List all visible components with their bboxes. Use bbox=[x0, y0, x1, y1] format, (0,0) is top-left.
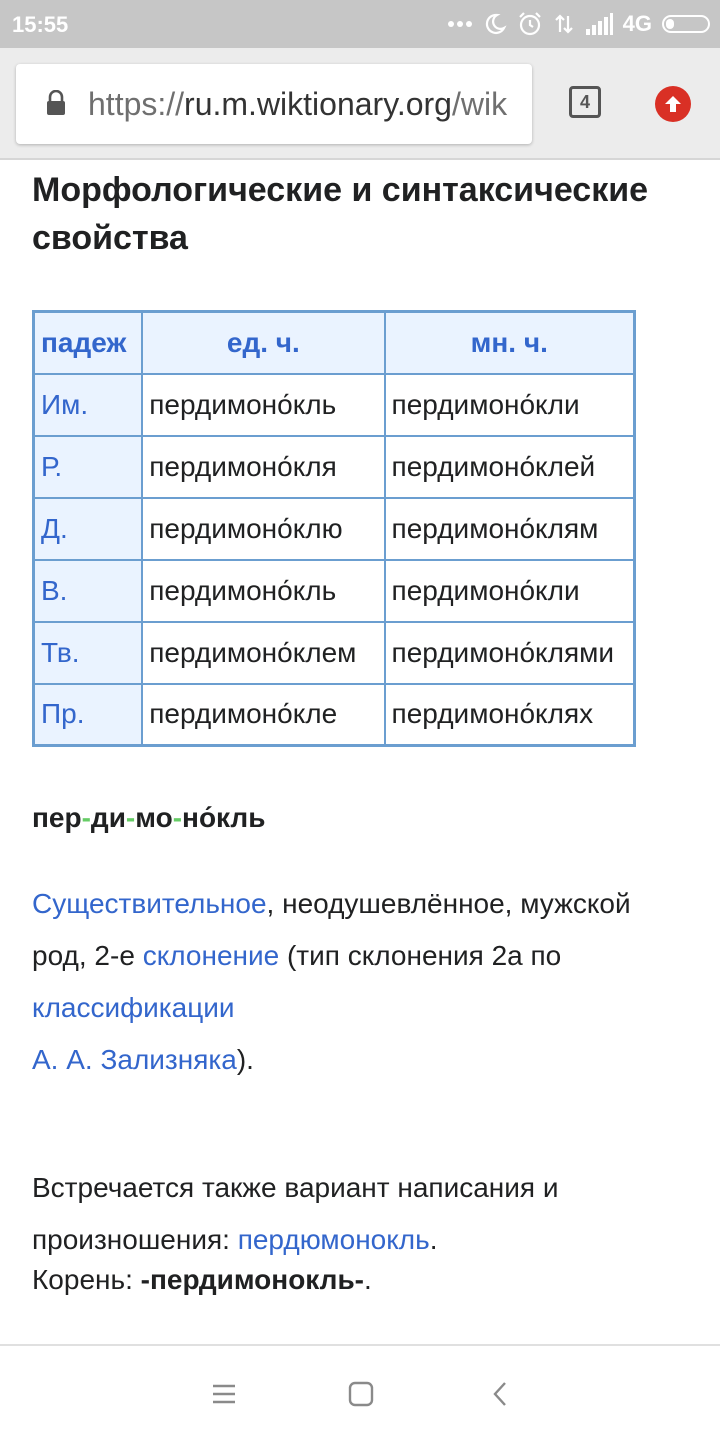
syllable-separator: - bbox=[125, 802, 136, 833]
table-row: В. пердимоно́кль пердимоно́кли bbox=[32, 558, 636, 623]
singular-form: пердимоно́кля bbox=[141, 434, 386, 499]
system-nav-bar bbox=[0, 1344, 720, 1440]
header-case: падеж bbox=[32, 310, 144, 375]
moon-icon bbox=[483, 12, 507, 36]
case-label: В. bbox=[32, 558, 144, 623]
url-path: /wik bbox=[451, 86, 508, 122]
plural-form: пердимоно́кли bbox=[383, 558, 636, 623]
singular-form: пердимоно́кль bbox=[141, 558, 386, 623]
link-classification[interactable]: классификации bbox=[32, 992, 235, 1023]
signal-icon bbox=[585, 13, 613, 35]
back-button[interactable] bbox=[484, 1378, 516, 1410]
plural-form: пердимоно́клях bbox=[383, 682, 636, 747]
plural-form: пердимоно́клям bbox=[383, 496, 636, 561]
singular-form: пердимоно́клем bbox=[141, 620, 386, 685]
browser-toolbar: https://ru.m.wiktionary.org/wik 4 bbox=[0, 48, 720, 160]
menu-button[interactable] bbox=[208, 1378, 240, 1410]
more-dots-icon bbox=[447, 20, 473, 28]
alarm-icon bbox=[517, 11, 543, 37]
table-row: Им. пердимоно́кль пердимоно́кли bbox=[32, 372, 636, 437]
case-label: Им. bbox=[32, 372, 144, 437]
link-declension[interactable]: склонение bbox=[143, 940, 280, 971]
home-square-icon bbox=[348, 1381, 374, 1407]
singular-form: пердимоно́кль bbox=[141, 372, 386, 437]
battery-icon bbox=[662, 15, 710, 33]
variant-note: Встречается также вариант написания и пр… bbox=[32, 1162, 682, 1266]
table-row: Д. пердимоно́клю пердимоно́клям bbox=[32, 496, 636, 561]
root-line: Корень: -пердимонокль-. bbox=[32, 1254, 682, 1306]
table-row: Пр. пердимоно́кле пердимоно́клях bbox=[32, 682, 636, 747]
syllable: но́кль bbox=[182, 802, 266, 833]
plural-form: пердимоно́клей bbox=[383, 434, 636, 499]
syllable-breakdown: пер-ди-мо-но́кль bbox=[32, 802, 265, 834]
status-bar: 15:55 4G bbox=[0, 0, 720, 48]
variant-end: . bbox=[429, 1224, 438, 1255]
link-zaliznyak[interactable]: А. А. Зализняка bbox=[32, 1044, 237, 1075]
plural-form: пердимоно́клями bbox=[383, 620, 636, 685]
update-button[interactable] bbox=[655, 86, 691, 122]
root-end: . bbox=[363, 1264, 372, 1295]
syllable: мо bbox=[135, 802, 173, 833]
syllable-separator: - bbox=[172, 802, 183, 833]
network-type: 4G bbox=[622, 11, 652, 36]
header-plural: мн. ч. bbox=[383, 310, 636, 375]
table-viewport[interactable]: падеж ед. ч. мн. ч. Им. пердимоно́кль пе… bbox=[0, 160, 636, 860]
menu-icon bbox=[213, 1384, 235, 1404]
back-chevron-icon bbox=[493, 1382, 506, 1406]
status-icons: 4G bbox=[447, 8, 710, 40]
root-label: Корень: bbox=[32, 1264, 141, 1295]
singular-form: пердимоно́кле bbox=[141, 682, 386, 747]
lock-icon bbox=[46, 89, 66, 121]
syllable: ди bbox=[90, 802, 126, 833]
singular-form: пердимоно́клю bbox=[141, 496, 386, 561]
grammar-description: Существительное, неодушевлённое, мужской… bbox=[32, 878, 682, 1086]
case-label: Д. bbox=[32, 496, 144, 561]
status-time: 15:55 bbox=[12, 12, 69, 37]
plural-form: пердимоно́кли bbox=[383, 372, 636, 437]
arrow-up-icon bbox=[665, 96, 681, 112]
root-value: -пердимонокль- bbox=[140, 1264, 364, 1295]
case-label: Тв. bbox=[32, 620, 144, 685]
table-header-row: падеж ед. ч. мн. ч. bbox=[32, 310, 636, 375]
description-text: (тип склонения 2a по bbox=[279, 940, 562, 971]
header-singular: ед. ч. bbox=[141, 310, 386, 375]
url-prefix: https:// bbox=[88, 86, 185, 122]
table-row: Р. пердимоно́кля пердимоно́клей bbox=[32, 434, 636, 499]
link-noun[interactable]: Существительное bbox=[32, 888, 267, 919]
home-button[interactable] bbox=[345, 1378, 377, 1410]
description-text: ). bbox=[236, 1044, 254, 1075]
url-host: ru.m.wiktionary.org bbox=[184, 86, 452, 122]
address-bar[interactable]: https://ru.m.wiktionary.org/wik bbox=[16, 64, 532, 144]
case-label: Р. bbox=[32, 434, 144, 499]
case-label: Пр. bbox=[32, 682, 144, 747]
link-variant[interactable]: пердюмонокль bbox=[238, 1224, 430, 1255]
table-row: Тв. пердимоно́клем пердимоно́клями bbox=[32, 620, 636, 685]
url-text[interactable]: https://ru.m.wiktionary.org/wik bbox=[88, 86, 518, 123]
declension-table: падеж ед. ч. мн. ч. Им. пердимоно́кль пе… bbox=[32, 310, 636, 747]
syllable: пер bbox=[32, 802, 82, 833]
tabs-button[interactable]: 4 bbox=[569, 86, 601, 118]
syllable-separator: - bbox=[81, 802, 91, 833]
data-transfer-icon bbox=[553, 12, 575, 36]
